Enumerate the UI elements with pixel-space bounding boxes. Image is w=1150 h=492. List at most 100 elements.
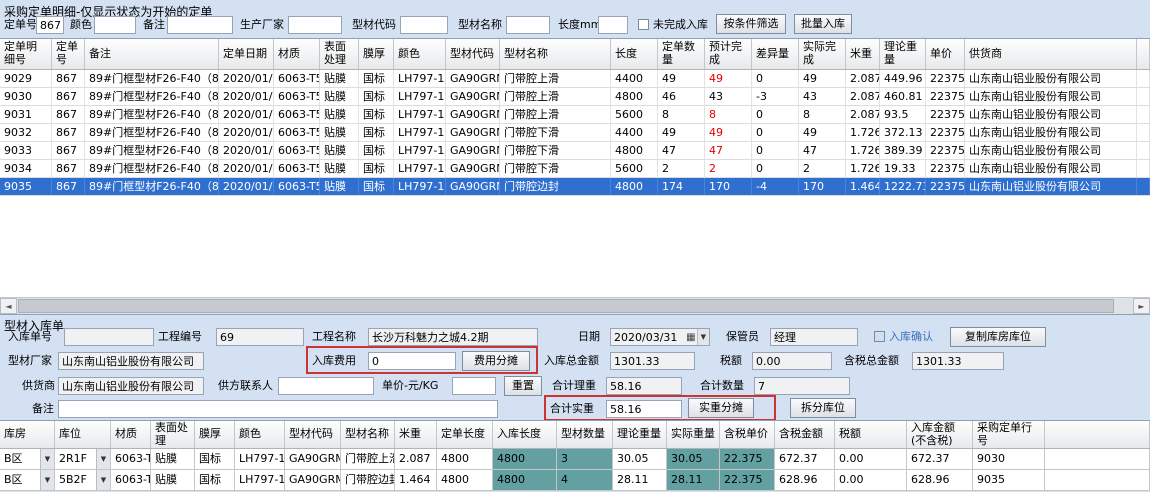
date-picker[interactable]: 2020/03/31 ▦ ▼ (610, 328, 710, 346)
combo-arrow-icon[interactable]: ▼ (40, 470, 54, 490)
project-name-field[interactable] (368, 328, 538, 346)
combo-arrow-icon[interactable]: ▼ (40, 449, 54, 469)
order-table-row[interactable]: 903186789#门框型材F26-F40（866+867）2020/01/13… (0, 106, 1150, 124)
order-table-row[interactable]: 903586789#门框型材F26-F40（866+867）2020/01/13… (0, 178, 1150, 196)
combo-arrow-icon[interactable]: ▼ (96, 449, 110, 469)
column-header[interactable]: 预计完成 (705, 39, 752, 69)
order-table-row[interactable]: 903386789#门框型材F26-F40（866+867）2020/01/13… (0, 142, 1150, 160)
column-header[interactable]: 型材名称 (500, 39, 611, 69)
scroll-right-icon[interactable]: ► (1133, 298, 1150, 314)
column-header[interactable]: 库位 (55, 421, 111, 448)
supplier-field[interactable] (58, 377, 204, 395)
filter-by-condition-button[interactable]: 按条件筛选 (716, 14, 786, 34)
remark-field[interactable] (58, 400, 498, 418)
actual-spread-button[interactable]: 实重分摊 (688, 398, 754, 418)
column-header[interactable]: 型材名称 (341, 421, 395, 448)
column-header[interactable]: 定单号 (52, 39, 85, 69)
column-header[interactable]: 颜色 (235, 421, 285, 448)
actual-weight-field[interactable] (606, 400, 682, 418)
table-cell: LH797-1LL0 (394, 124, 446, 141)
keeper-field[interactable] (770, 328, 858, 346)
receipt-no-field[interactable] (64, 328, 154, 346)
column-header[interactable]: 膜厚 (195, 421, 235, 448)
location-combo[interactable]: 5B2F▼ (55, 470, 111, 490)
remark-filter-input[interactable] (167, 16, 233, 34)
column-header[interactable]: 单价 (926, 39, 965, 69)
column-header[interactable]: 型材数量 (557, 421, 613, 448)
column-header[interactable]: 米重 (846, 39, 880, 69)
table-cell: 6063-T5 (274, 160, 320, 177)
warehouse-combo[interactable]: B区▼ (0, 449, 55, 469)
project-no-field[interactable] (216, 328, 304, 346)
column-header[interactable]: 定单明细号 (0, 39, 52, 69)
column-header[interactable]: 材质 (274, 39, 320, 69)
tax-field[interactable] (752, 352, 832, 370)
total-with-tax-field[interactable] (912, 352, 1004, 370)
column-header[interactable]: 差异量 (752, 39, 799, 69)
column-header[interactable]: 实际重量 (667, 421, 720, 448)
column-header[interactable]: 入库长度 (493, 421, 557, 448)
column-header[interactable]: 型材代码 (446, 39, 500, 69)
column-header[interactable]: 入库金额(不含税) (907, 421, 973, 448)
column-header[interactable]: 含税单价 (720, 421, 775, 448)
contact-field[interactable] (278, 377, 374, 395)
chevron-down-icon[interactable]: ▼ (697, 329, 709, 345)
table-cell: GA90GRM04 (446, 142, 500, 159)
column-header[interactable]: 供货商 (965, 39, 1137, 69)
stock-table-row[interactable]: B区▼2R1F▼6063-T5贴膜国标LH797-1LL0GA90GRM03门带… (0, 449, 1150, 470)
column-header[interactable]: 理论重量 (880, 39, 926, 69)
table-cell: 9033 (0, 142, 52, 159)
fee-spread-button[interactable]: 费用分摊 (462, 351, 530, 371)
combo-arrow-icon[interactable]: ▼ (96, 470, 110, 490)
reset-button[interactable]: 重置 (504, 376, 542, 396)
order-no-filter-input[interactable] (36, 16, 64, 34)
scrollbar-thumb[interactable] (18, 299, 1114, 313)
split-location-button[interactable]: 拆分库位 (790, 398, 856, 418)
column-header[interactable]: 备注 (85, 39, 219, 69)
order-no-filter-label: 定单号 (4, 16, 37, 34)
column-header[interactable]: 实际完成 (799, 39, 846, 69)
profile-name-filter-input[interactable] (506, 16, 550, 34)
column-header[interactable]: 型材代码 (285, 421, 341, 448)
column-header[interactable]: 颜色 (394, 39, 446, 69)
column-header[interactable]: 含税金额 (775, 421, 835, 448)
order-table-row[interactable]: 903286789#门框型材F26-F40（866+867）2020/01/13… (0, 124, 1150, 142)
stock-table-row[interactable]: B区▼5B2F▼6063-T5贴膜国标LH797-1LL0GA90GRM05门带… (0, 470, 1150, 491)
column-header[interactable]: 表面处理 (151, 421, 195, 448)
factory-field[interactable] (58, 352, 204, 370)
order-table-row[interactable]: 903486789#门框型材F26-F40（866+867）2020/01/13… (0, 160, 1150, 178)
unfinished-checkbox[interactable] (638, 19, 649, 30)
column-header[interactable]: 库房 (0, 421, 55, 448)
scroll-left-icon[interactable]: ◄ (0, 298, 17, 314)
column-header[interactable]: 定单长度 (437, 421, 493, 448)
fee-field[interactable] (368, 352, 456, 370)
column-header[interactable]: 理论重量 (613, 421, 667, 448)
column-header[interactable]: 采购定单行号 (973, 421, 1045, 448)
batch-inbound-button[interactable]: 批量入库 (794, 14, 852, 34)
unit-price-field[interactable] (452, 377, 496, 395)
table-cell: 174 (658, 178, 705, 195)
column-header[interactable]: 定单日期 (219, 39, 274, 69)
total-amount-field[interactable] (610, 352, 695, 370)
column-header[interactable]: 材质 (111, 421, 151, 448)
theory-weight-field[interactable] (606, 377, 682, 395)
manufacturer-filter-input[interactable] (288, 16, 342, 34)
table-cell: 0 (752, 124, 799, 141)
total-count-field[interactable] (754, 377, 850, 395)
order-table-row[interactable]: 902986789#门框型材F26-F40（866+867）2020/01/13… (0, 70, 1150, 88)
column-header[interactable]: 定单数量 (658, 39, 705, 69)
order-table-row[interactable]: 903086789#门框型材F26-F40（866+867）2020/01/13… (0, 88, 1150, 106)
column-header[interactable]: 税额 (835, 421, 907, 448)
location-combo[interactable]: 2R1F▼ (55, 449, 111, 469)
column-header[interactable]: 膜厚 (359, 39, 394, 69)
profile-code-filter-input[interactable] (400, 16, 448, 34)
length-filter-input[interactable] (598, 16, 628, 34)
horizontal-scrollbar[interactable]: ◄ ► (0, 297, 1150, 314)
copy-warehouse-button[interactable]: 复制库房库位 (950, 327, 1046, 347)
column-header[interactable]: 表面处理 (320, 39, 359, 69)
column-header[interactable]: 长度 (611, 39, 658, 69)
confirm-checkbox[interactable] (874, 331, 885, 342)
color-filter-input[interactable] (94, 16, 136, 34)
warehouse-combo[interactable]: B区▼ (0, 470, 55, 490)
column-header[interactable]: 米重 (395, 421, 437, 448)
